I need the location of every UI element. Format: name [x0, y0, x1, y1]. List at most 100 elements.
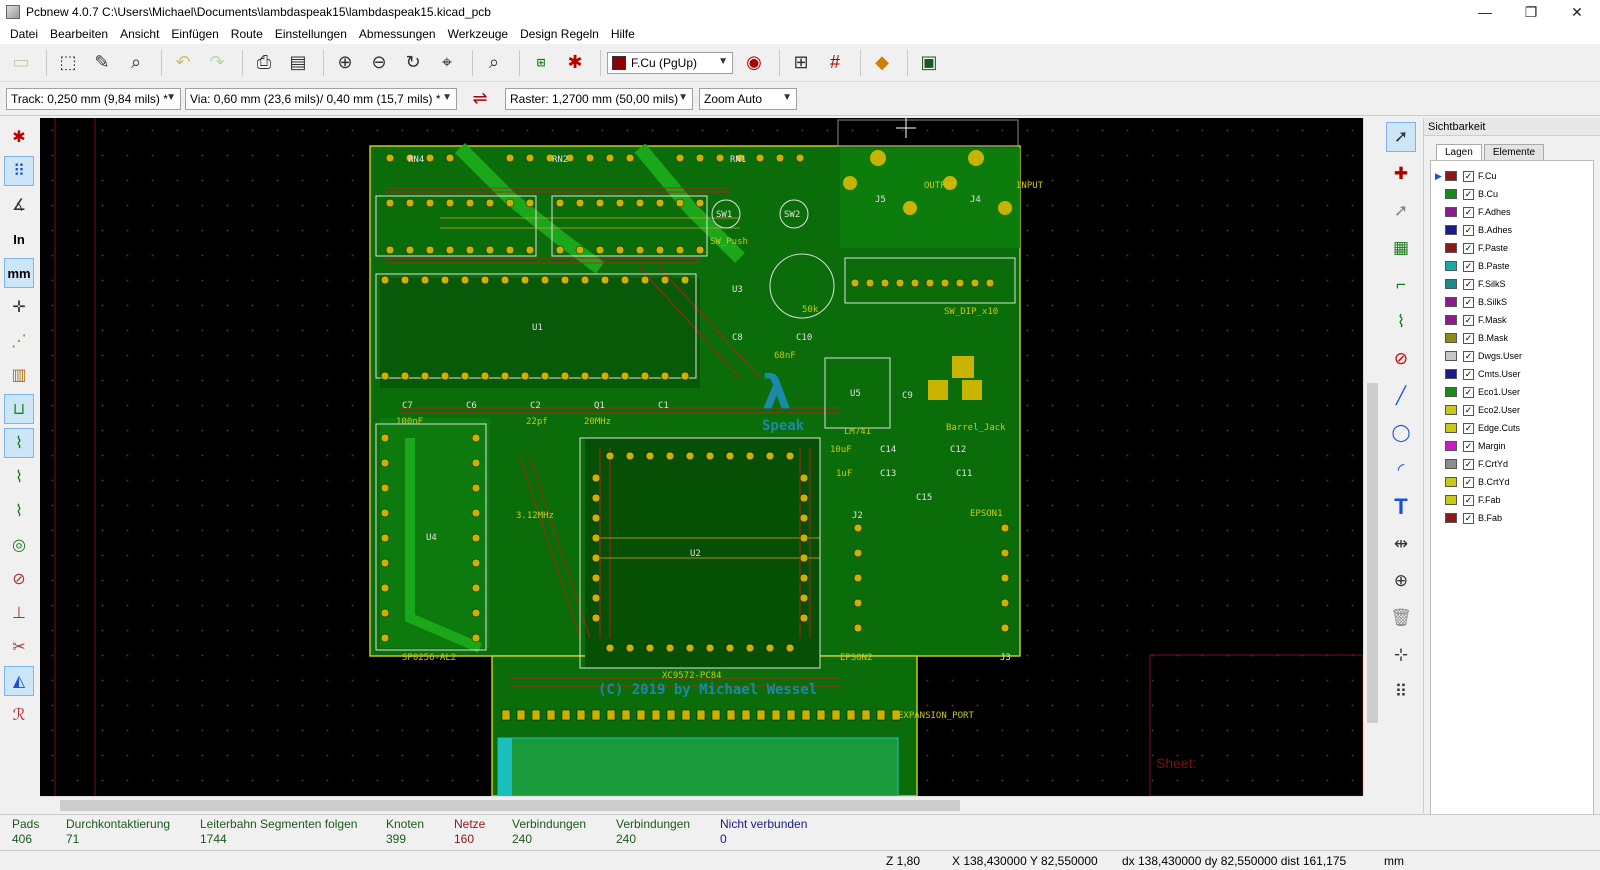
via-sketch-icon[interactable]: ⊘ [4, 564, 34, 594]
menu-datei[interactable]: Datei [4, 24, 44, 44]
add-arc-icon[interactable]: ◜ [1386, 455, 1416, 485]
vertical-scrollbar[interactable] [1363, 118, 1380, 796]
layer-row[interactable]: ✓ Cmts.User [1431, 365, 1593, 383]
auto-track-width-icon[interactable]: ⇌ [465, 84, 495, 114]
polar-coords-icon[interactable]: ∡ [4, 190, 34, 220]
layer-swatch[interactable] [1445, 405, 1457, 415]
layer-row[interactable]: ✓ B.CrtYd [1431, 473, 1593, 491]
print-icon[interactable]: ⎙ [249, 48, 279, 78]
menu-einfuegen[interactable]: Einfügen [165, 24, 224, 44]
drc-bug-icon[interactable]: ✱ [560, 48, 590, 78]
layer-swatch[interactable] [1445, 495, 1457, 505]
new-board-icon[interactable]: ▭ [6, 48, 36, 78]
module-ratsnest-icon[interactable]: ▥ [4, 360, 34, 390]
layer-row[interactable]: ✓ B.Mask [1431, 329, 1593, 347]
layer-checkbox[interactable]: ✓ [1463, 260, 1474, 272]
menu-ansicht[interactable]: Ansicht [114, 24, 165, 44]
layer-row[interactable]: ✓ B.SilkS [1431, 293, 1593, 311]
layer-swatch[interactable] [1445, 315, 1457, 325]
route-track-icon[interactable]: ⌐ [1386, 270, 1416, 300]
undo-icon[interactable]: ↶ [168, 48, 198, 78]
vertical-scroll-thumb[interactable] [1367, 383, 1378, 723]
layer-swatch[interactable] [1445, 171, 1457, 181]
layer-row[interactable]: ✓ B.Adhes [1431, 221, 1593, 239]
auto-delete-track-icon[interactable]: ⊔ [4, 394, 34, 424]
layer-swatch[interactable] [1445, 477, 1457, 487]
tab-elemente[interactable]: Elemente [1483, 144, 1545, 160]
layer-checkbox[interactable]: ✓ [1463, 404, 1474, 416]
layer-checkbox[interactable]: ✓ [1463, 512, 1474, 524]
zone-outline-icon[interactable]: ⌇ [4, 462, 34, 492]
horizontal-scroll-thumb[interactable] [60, 800, 960, 811]
highlight-net-icon[interactable]: ✚ [1386, 159, 1416, 189]
layer-swatch[interactable] [1445, 369, 1457, 379]
layer-swatch[interactable] [1445, 351, 1457, 361]
layer-checkbox[interactable]: ✓ [1463, 368, 1474, 380]
layer-swatch[interactable] [1445, 333, 1457, 343]
pad-sketch-icon[interactable]: ◎ [4, 530, 34, 560]
page-settings-icon[interactable]: ⬚ [53, 48, 83, 78]
add-circle-icon[interactable]: ◯ [1386, 418, 1416, 448]
layer-swatch[interactable] [1445, 225, 1457, 235]
show-zones-icon[interactable]: ⌇ [4, 428, 34, 458]
layer-swatch[interactable] [1445, 189, 1457, 199]
minimize-button[interactable]: — [1462, 0, 1508, 24]
select-arrow-icon[interactable]: ➚ [1386, 122, 1416, 152]
layer-checkbox[interactable]: ✓ [1463, 188, 1474, 200]
find-icon[interactable]: ⌕ [479, 48, 509, 78]
layer-row[interactable]: ✓ Edge.Cuts [1431, 419, 1593, 437]
layer-checkbox[interactable]: ✓ [1463, 314, 1474, 326]
maximize-button[interactable]: ❐ [1508, 0, 1554, 24]
layer-row[interactable]: ✓ F.Fab [1431, 491, 1593, 509]
layer-checkbox[interactable]: ✓ [1463, 422, 1474, 434]
add-footprint-icon[interactable]: ▦ [1386, 233, 1416, 263]
inch-units-icon[interactable]: In [4, 224, 34, 254]
add-zone-icon[interactable]: ⌇ [1386, 307, 1416, 337]
grid-origin-icon[interactable]: ⠿ [1386, 677, 1416, 707]
menu-hilfe[interactable]: Hilfe [605, 24, 641, 44]
layer-checkbox[interactable]: ✓ [1463, 476, 1474, 488]
layer-swatch[interactable] [1445, 459, 1457, 469]
layer-swatch[interactable] [1445, 387, 1457, 397]
layer-swatch[interactable] [1445, 261, 1457, 271]
delete-trash-icon[interactable]: 🗑 [1386, 603, 1416, 633]
layer-checkbox[interactable]: ✓ [1463, 332, 1474, 344]
add-keepout-icon[interactable]: ⊘ [1386, 344, 1416, 374]
menu-bearbeiten[interactable]: Bearbeiten [44, 24, 114, 44]
cursor-shape-icon[interactable]: ✛ [4, 292, 34, 322]
redo-icon[interactable]: ↷ [202, 48, 232, 78]
add-text-icon[interactable]: T [1386, 492, 1416, 522]
layer-row[interactable]: ✓ B.Paste [1431, 257, 1593, 275]
zone-fill-icon[interactable]: ⌇ [4, 496, 34, 526]
layer-row[interactable]: ✓ F.Adhes [1431, 203, 1593, 221]
layer-row[interactable]: ✓ Dwgs.User [1431, 347, 1593, 365]
layer-row[interactable]: ✓ F.SilkS [1431, 275, 1593, 293]
layer-row[interactable]: ✓ Eco1.User [1431, 383, 1593, 401]
zoom-select[interactable]: Zoom Auto ▼ [699, 87, 797, 110]
menu-einstellungen[interactable]: Einstellungen [269, 24, 353, 44]
mm-units-icon[interactable]: mm [4, 258, 34, 288]
scripting-console-icon[interactable]: ▣ [914, 48, 944, 78]
track-width-select[interactable]: Track: 0,250 mm (9,84 mils) * ▼ [6, 87, 181, 110]
layer-swatch[interactable] [1445, 423, 1457, 433]
layer-row[interactable]: ✓ F.Paste [1431, 239, 1593, 257]
local-ratsnest-icon[interactable]: ➚ [1386, 196, 1416, 226]
layer-row[interactable]: ✓ F.Mask [1431, 311, 1593, 329]
layers-manager-icon[interactable]: ℛ [4, 700, 34, 730]
layer-checkbox[interactable]: ✓ [1463, 386, 1474, 398]
layer-checkbox[interactable]: ✓ [1463, 440, 1474, 452]
zoom-out-icon[interactable]: ⊖ [364, 48, 394, 78]
close-button[interactable]: ✕ [1554, 0, 1600, 24]
tab-lagen[interactable]: Lagen [1436, 144, 1482, 160]
ratsnest-icon[interactable]: ⋰ [4, 326, 34, 356]
layer-row[interactable]: ✓ Margin [1431, 437, 1593, 455]
menu-werkzeuge[interactable]: Werkzeuge [442, 24, 514, 44]
plot-icon[interactable]: ▤ [283, 48, 313, 78]
layer-row[interactable]: ✓ Eco2.User [1431, 401, 1593, 419]
pcb-canvas[interactable]: Sheet: λ RN4 RN2 RN1 SW1 SW2 SW_Push U3 … [40, 118, 1363, 796]
layer-row[interactable]: ✓ B.Cu [1431, 185, 1593, 203]
add-line-icon[interactable]: ╱ [1386, 381, 1416, 411]
layer-swatch[interactable] [1445, 297, 1457, 307]
menu-abmessungen[interactable]: Abmessungen [353, 24, 442, 44]
layer-checkbox[interactable]: ✓ [1463, 296, 1474, 308]
